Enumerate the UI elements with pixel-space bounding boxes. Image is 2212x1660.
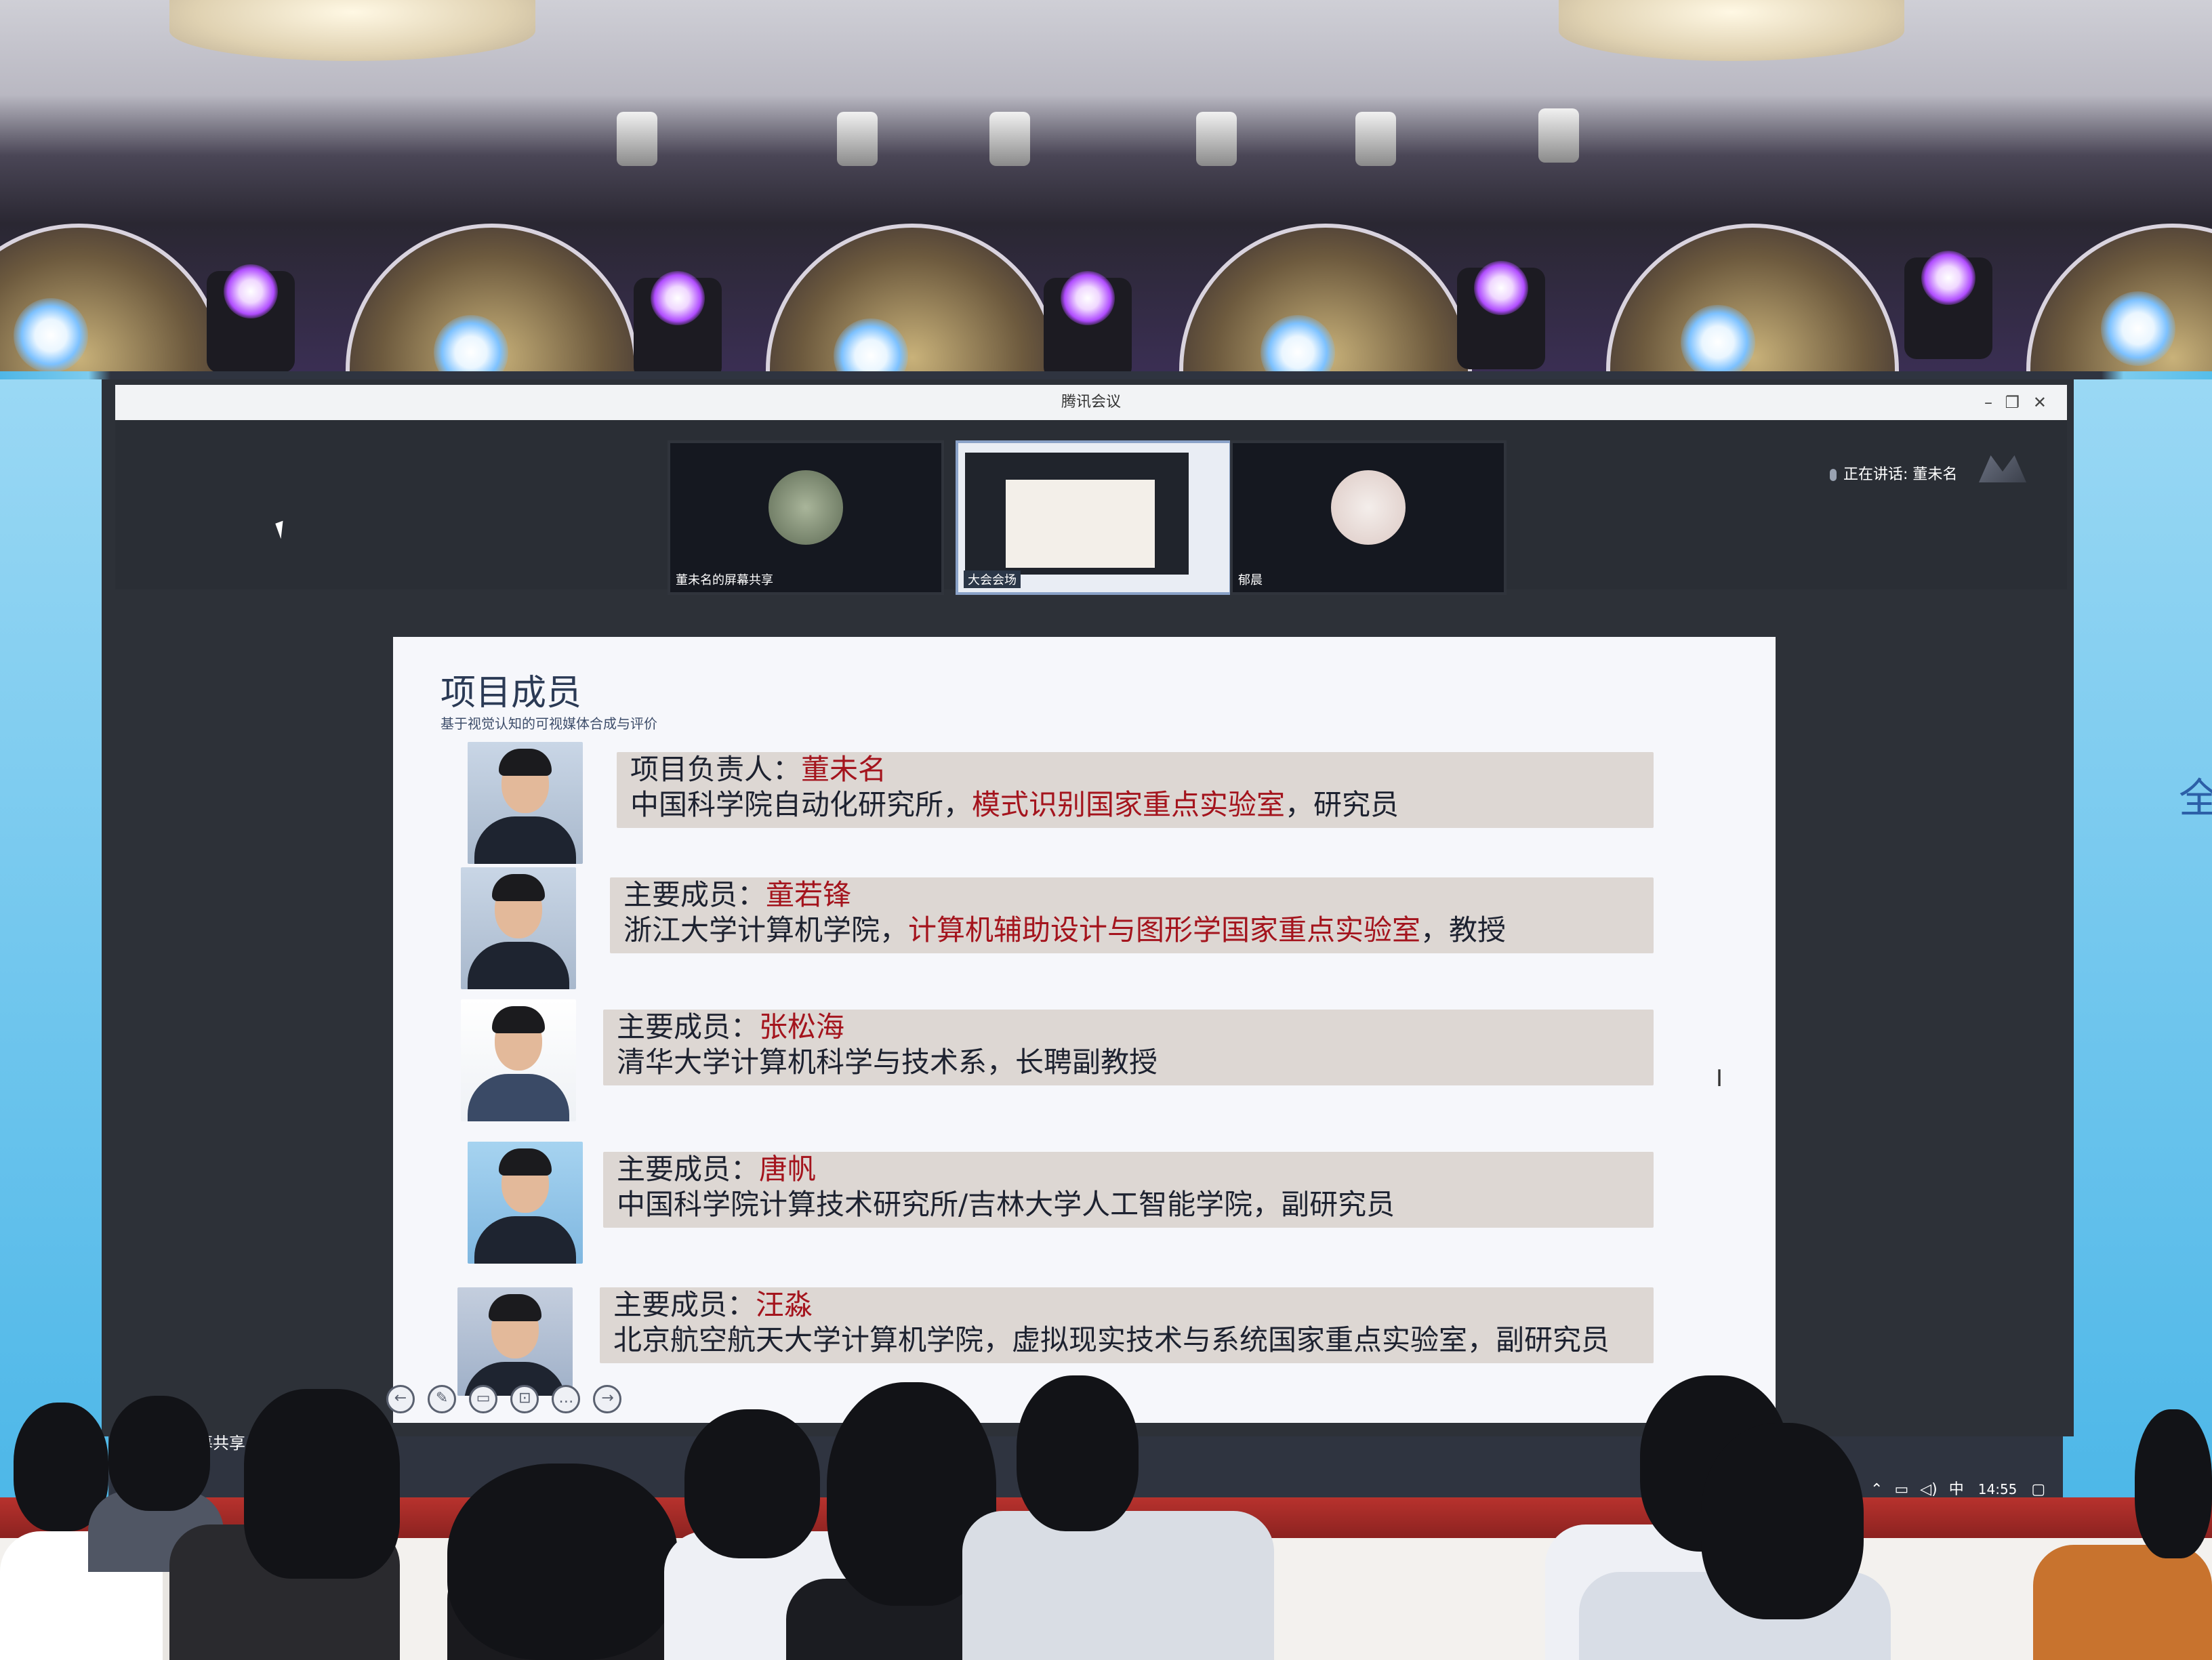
member-name: 董未名	[801, 753, 887, 786]
member-info: 主要成员：童若锋 浙江大学计算机学院，计算机辅助设计与图形学国家重点实验室，教授	[610, 877, 1654, 953]
ceiling-spotlight	[617, 112, 657, 166]
member-affiliation: 北京航空航天大学计算机学院，虚拟现实技术与系统国家重点实验室，副研究员	[613, 1323, 1610, 1356]
video-tile[interactable]: 董未名的屏幕共享	[668, 440, 944, 595]
microphone-icon	[1830, 469, 1837, 481]
member-info: 主要成员：汪淼 北京航空航天大学计算机学院，虚拟现实技术与系统国家重点实验室，副…	[600, 1287, 1654, 1363]
member-title: ，研究员	[1285, 788, 1399, 821]
chandelier-right	[1559, 0, 1904, 61]
member-affiliation: 清华大学计算机科学与技术系，长聘副教授	[617, 1045, 1158, 1079]
audience-member-head	[447, 1464, 678, 1660]
member-name: 张松海	[759, 1010, 845, 1043]
audience-member	[2033, 1545, 2212, 1660]
minimize-icon[interactable]: –	[1984, 385, 1992, 420]
blue-light-flare	[1681, 305, 1755, 379]
member-affiliation: 浙江大学计算机学院，	[623, 913, 909, 947]
pen-icon[interactable]: ✎	[428, 1385, 457, 1413]
participant-avatar	[769, 470, 843, 545]
more-options-icon[interactable]: …	[552, 1385, 581, 1413]
window-title: 腾讯会议	[1061, 394, 1121, 411]
speaking-indicator: 正在讲话: 董未名	[1830, 462, 1957, 484]
video-tile[interactable]: 郁晨	[1230, 440, 1507, 595]
tray-expand-icon[interactable]: ⌃	[1870, 1481, 1883, 1498]
participant-name: 大会会场	[964, 570, 1021, 588]
member-lab: 计算机辅助设计与图形学国家重点实验室	[908, 913, 1421, 947]
video-tile-active[interactable]: 大会会场	[956, 440, 1232, 595]
member-name: 童若锋	[766, 878, 852, 911]
notification-icon[interactable]: ▢	[2031, 1481, 2045, 1498]
audience-member	[962, 1511, 1274, 1660]
moving-head-light	[1457, 261, 1545, 369]
screen-share-thumbnail	[965, 453, 1189, 575]
blue-light-flare	[14, 298, 88, 373]
chandelier-left	[169, 0, 535, 61]
member-row: 主要成员：童若锋 浙江大学计算机学院，计算机辅助设计与图形学国家重点实验室，教授	[393, 867, 1776, 1003]
moving-head-light	[207, 264, 295, 373]
audience-member-head	[2135, 1409, 2212, 1558]
audience-member-head	[1701, 1423, 1864, 1619]
ceiling-spotlight	[1196, 112, 1237, 166]
member-lab: 模式识别国家重点实验室	[972, 788, 1286, 821]
ceiling-spotlight	[989, 112, 1030, 166]
member-name: 汪淼	[756, 1288, 813, 1321]
slide-title: 项目成员	[441, 673, 582, 713]
participant-avatar	[1331, 470, 1406, 545]
audience-member-head	[108, 1396, 210, 1511]
ceiling-spotlight	[1355, 112, 1396, 166]
moving-head-light	[634, 271, 722, 379]
member-role: 主要成员：	[613, 1288, 756, 1321]
member-affiliation: 中国科学院自动化研究所，	[630, 788, 972, 821]
moving-head-light	[1044, 271, 1132, 379]
audience-member-head	[1017, 1375, 1139, 1531]
ceiling-spotlight	[1538, 108, 1579, 163]
audience-member-head	[244, 1389, 400, 1579]
member-photo	[457, 1287, 573, 1396]
member-row: 主要成员：唐帆 中国科学院计算技术研究所/吉林大学人工智能学院，副研究员	[393, 1142, 1776, 1277]
window-titlebar: 腾讯会议 – ❐ ✕	[115, 385, 2067, 420]
close-icon[interactable]: ✕	[2033, 385, 2047, 420]
member-title: ，教授	[1420, 913, 1507, 947]
member-role: 主要成员：	[617, 1153, 760, 1186]
text-cursor-icon: I	[1716, 1065, 1723, 1092]
subtitles-icon[interactable]: ▭	[469, 1385, 498, 1413]
member-row: 主要成员：张松海 清华大学计算机科学与技术系，长聘副教授	[393, 999, 1776, 1135]
member-info: 项目负责人：董未名 中国科学院自动化研究所，模式识别国家重点实验室，研究员	[617, 752, 1654, 828]
ceiling-spotlight	[837, 112, 878, 166]
next-slide-icon[interactable]: →	[593, 1385, 622, 1413]
blue-light-flare	[2101, 291, 2175, 366]
led-side-panel-right	[2063, 379, 2212, 1504]
moving-head-light	[1904, 251, 1992, 359]
zoom-icon[interactable]: ⊡	[510, 1385, 539, 1413]
member-role: 项目负责人：	[630, 753, 802, 786]
network-icon[interactable]: ▭	[1894, 1481, 1908, 1498]
member-photo	[468, 742, 583, 864]
participant-name: 郁晨	[1238, 573, 1263, 587]
member-photo	[461, 999, 576, 1121]
ime-indicator[interactable]: 中	[1949, 1481, 1964, 1498]
member-role: 主要成员：	[623, 878, 766, 911]
presentation-slide: 项目成员 基于视觉认知的可视媒体合成与评价 项目负责人：董未名 中国科学院自动化…	[386, 637, 1776, 1423]
volume-icon[interactable]: ◁)	[1920, 1481, 1938, 1498]
slide-subtitle: 基于视觉认知的可视媒体合成与评价	[441, 715, 657, 732]
side-panel-glyph: 全	[2179, 775, 2212, 823]
audience-member-head	[684, 1409, 820, 1558]
member-info: 主要成员：唐帆 中国科学院计算技术研究所/吉林大学人工智能学院，副研究员	[603, 1152, 1654, 1228]
clock: 14:55	[1978, 1481, 2018, 1497]
led-side-panel-left	[0, 379, 108, 1504]
member-photo	[468, 1142, 583, 1264]
member-info: 主要成员：张松海 清华大学计算机科学与技术系，长聘副教授	[603, 1010, 1654, 1085]
member-affiliation: 中国科学院计算技术研究所/吉林大学人工智能学院，副研究员	[617, 1188, 1395, 1221]
slide-nav-toolbar: ← ✎ ▭ ⊡ … →	[386, 1385, 631, 1416]
member-photo	[461, 867, 576, 989]
participant-name: 董未名的屏幕共享	[676, 573, 773, 587]
speaking-label: 正在讲话: 董未名	[1843, 466, 1958, 483]
previous-slide-icon[interactable]: ←	[386, 1385, 415, 1413]
member-row: 项目负责人：董未名 中国科学院自动化研究所，模式识别国家重点实验室，研究员	[393, 742, 1776, 877]
member-name: 唐帆	[759, 1153, 817, 1186]
restore-icon[interactable]: ❐	[2005, 385, 2020, 420]
member-role: 主要成员：	[617, 1010, 760, 1043]
